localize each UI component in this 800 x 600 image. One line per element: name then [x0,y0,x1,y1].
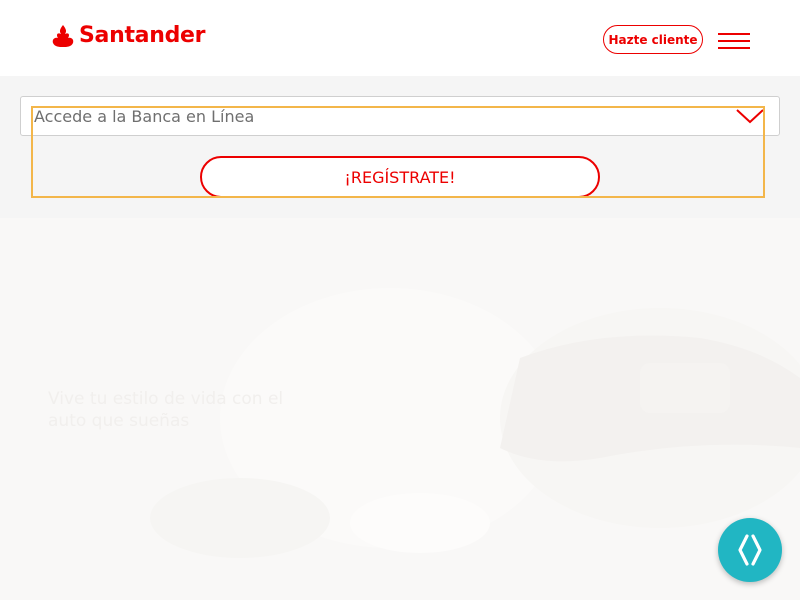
chevron-down-icon [736,109,764,124]
hazte-cliente-button[interactable]: Hazte cliente [603,25,703,54]
hamburger-line [718,47,750,49]
santander-logo[interactable]: Santander [50,22,206,50]
hamburger-line [718,40,750,42]
chat-assistant-icon [738,534,762,566]
hero-tagline: Vive tu estilo de vida con el auto que s… [48,389,284,431]
hero-banner: Vive tu estilo de vida con el auto que s… [0,218,800,600]
site-header: Santander Hazte cliente [0,0,800,76]
register-button[interactable]: ¡REGÍSTRATE! [200,156,600,198]
brand-name: Santander [79,23,206,48]
banca-en-linea-label: Accede a la Banca en Línea [34,107,255,126]
chat-assistant-button[interactable] [718,518,782,582]
access-panel: Accede a la Banca en Línea ¡REGÍSTRATE! [0,76,800,218]
banca-en-linea-select[interactable]: Accede a la Banca en Línea [20,96,780,136]
hamburger-menu-icon[interactable] [716,33,752,51]
santander-flame-icon [52,25,74,47]
hamburger-line [718,33,750,35]
